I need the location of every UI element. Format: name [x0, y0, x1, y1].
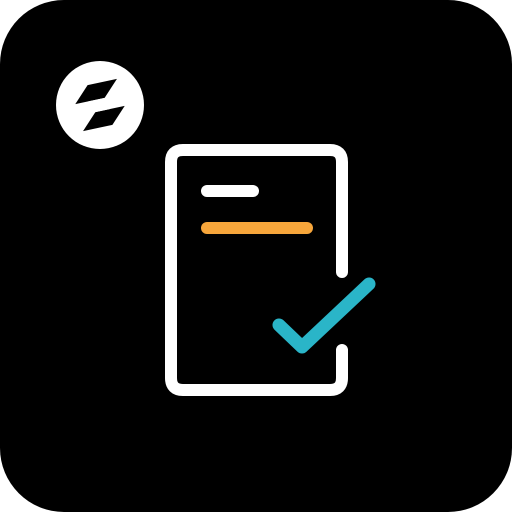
app-icon: [0, 0, 512, 512]
brand-logo-icon: [56, 61, 144, 149]
